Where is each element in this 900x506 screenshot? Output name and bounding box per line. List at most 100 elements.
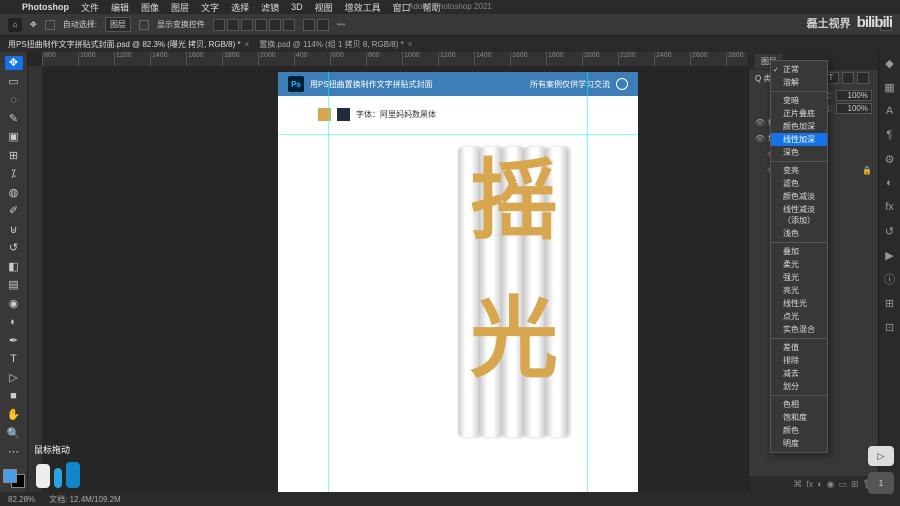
blend-screen[interactable]: 滤色 bbox=[771, 177, 827, 190]
brush-tool[interactable]: ✐ bbox=[5, 204, 23, 218]
shape-tool[interactable]: ■ bbox=[5, 389, 23, 403]
blend-lineardodge[interactable]: 线性减淡（添加） bbox=[771, 203, 827, 227]
document-canvas[interactable]: Ps 用PS扭曲置换制作文字拼贴式封面 所有案例仅供学习交流 字体：阿里妈妈数黑… bbox=[278, 72, 638, 492]
fill-value[interactable]: 100% bbox=[836, 103, 872, 114]
blend-multiply[interactable]: 正片叠底 bbox=[771, 107, 827, 120]
pen-tool[interactable]: ✒ bbox=[5, 334, 23, 348]
swatches-panel-icon[interactable]: ▦ bbox=[883, 80, 897, 94]
tab-doc-1[interactable]: 用PS扭曲制作文字拼贴式封面.psd @ 82.3% (曝光 拷贝, RGB/8… bbox=[8, 39, 249, 50]
actions-panel-icon[interactable]: ▶ bbox=[883, 248, 897, 262]
filter-smart-icon[interactable] bbox=[857, 72, 869, 84]
close-tab-icon[interactable]: × bbox=[408, 40, 413, 49]
menu-filter[interactable]: 滤镜 bbox=[261, 1, 279, 14]
menu-view[interactable]: 视图 bbox=[315, 1, 333, 14]
blend-overlay[interactable]: 叠加 bbox=[771, 245, 827, 258]
doc-info[interactable]: 文档: 12.4M/109.2M bbox=[49, 494, 121, 505]
blend-softlight[interactable]: 柔光 bbox=[771, 258, 827, 271]
paragraph-panel-icon[interactable]: ¶ bbox=[883, 128, 897, 142]
opacity-value[interactable]: 100% bbox=[836, 90, 872, 101]
libraries-panel-icon[interactable]: ⊡ bbox=[883, 320, 897, 334]
dodge-tool[interactable]: ◐ bbox=[5, 315, 23, 329]
lock-icon[interactable]: 🔒 bbox=[862, 166, 872, 175]
blend-saturation[interactable]: 饱和度 bbox=[771, 411, 827, 424]
menu-file[interactable]: 文件 bbox=[81, 1, 99, 14]
blur-tool[interactable]: ◉ bbox=[5, 297, 23, 311]
character-panel-icon[interactable]: A bbox=[883, 104, 897, 118]
artboard-tool[interactable]: ▭ bbox=[5, 75, 23, 89]
blend-luminosity[interactable]: 明度 bbox=[771, 437, 827, 450]
path-tool[interactable]: ▷ bbox=[5, 371, 23, 385]
blend-exclusion[interactable]: 排除 bbox=[771, 354, 827, 367]
more-options[interactable]: ••• bbox=[337, 20, 345, 29]
menu-type[interactable]: 文字 bbox=[201, 1, 219, 14]
link-layers-icon[interactable]: ⌘ bbox=[793, 479, 802, 490]
adjustments-panel-icon[interactable]: ◐ bbox=[883, 176, 897, 190]
blend-hue[interactable]: 色相 bbox=[771, 398, 827, 411]
menu-layer[interactable]: 图层 bbox=[171, 1, 189, 14]
blend-hardmix[interactable]: 实色混合 bbox=[771, 323, 827, 336]
tab-doc-2[interactable]: 置换.psd @ 114% (组 1 拷贝 8, RGB/8) * × bbox=[259, 39, 412, 50]
eyedropper-tool[interactable]: ⁒ bbox=[5, 167, 23, 181]
blend-lighten[interactable]: 变亮 bbox=[771, 164, 827, 177]
menu-photoshop[interactable]: Photoshop bbox=[22, 2, 69, 12]
distribute-v-icon[interactable] bbox=[317, 19, 329, 31]
blend-darken[interactable]: 变暗 bbox=[771, 94, 827, 107]
align-center-h-icon[interactable] bbox=[227, 19, 239, 31]
gradient-tool[interactable]: ▤ bbox=[5, 278, 23, 292]
menu-3d[interactable]: 3D bbox=[291, 2, 303, 12]
blend-colorburn[interactable]: 颜色加深 bbox=[771, 120, 827, 133]
blend-colordodge[interactable]: 颜色减淡 bbox=[771, 190, 827, 203]
menu-image[interactable]: 图像 bbox=[141, 1, 159, 14]
color-panel-icon[interactable]: ◆ bbox=[883, 56, 897, 70]
home-icon[interactable]: ⌂ bbox=[8, 18, 22, 32]
frame-tool[interactable]: ⊞ bbox=[5, 149, 23, 163]
blend-vividlight[interactable]: 亮光 bbox=[771, 284, 827, 297]
align-left-icon[interactable] bbox=[213, 19, 225, 31]
align-top-icon[interactable] bbox=[255, 19, 267, 31]
menu-edit[interactable]: 编辑 bbox=[111, 1, 129, 14]
blend-linearlight[interactable]: 线性光 bbox=[771, 297, 827, 310]
blend-linearburn[interactable]: 线性加深 bbox=[771, 133, 827, 146]
type-tool[interactable]: T bbox=[5, 352, 23, 366]
blend-color[interactable]: 颜色 bbox=[771, 424, 827, 437]
filter-shape-icon[interactable] bbox=[842, 72, 854, 84]
zoom-level[interactable]: 82.28% bbox=[8, 495, 35, 504]
crop-tool[interactable]: ▣ bbox=[5, 130, 23, 144]
page-indicator[interactable]: 1 bbox=[868, 472, 894, 494]
menu-select[interactable]: 选择 bbox=[231, 1, 249, 14]
blend-normal[interactable]: 正常 bbox=[771, 63, 827, 76]
layer-fx-icon[interactable]: fx bbox=[806, 479, 813, 489]
info-panel-icon[interactable]: ⓘ bbox=[883, 272, 897, 286]
blend-subtract[interactable]: 减去 bbox=[771, 367, 827, 380]
visibility-icon[interactable]: 👁 bbox=[755, 134, 763, 143]
blend-dissolve[interactable]: 溶解 bbox=[771, 76, 827, 89]
align-right-icon[interactable] bbox=[241, 19, 253, 31]
play-bubble-icon[interactable]: ▷ bbox=[868, 446, 894, 466]
move-tool[interactable]: ✥ bbox=[5, 56, 23, 70]
edit-toolbar[interactable]: ⋯ bbox=[5, 445, 23, 459]
group-icon[interactable]: ▭ bbox=[839, 479, 848, 490]
filter-type-icon[interactable]: T bbox=[827, 72, 839, 84]
history-panel-icon[interactable]: ↺ bbox=[883, 224, 897, 238]
align-bottom-icon[interactable] bbox=[283, 19, 295, 31]
blend-difference[interactable]: 差值 bbox=[771, 341, 827, 354]
blend-divide[interactable]: 划分 bbox=[771, 380, 827, 393]
autoselect-target[interactable]: 图层 bbox=[105, 17, 131, 32]
distribute-h-icon[interactable] bbox=[303, 19, 315, 31]
blend-mode-dropdown[interactable]: 正常 溶解 变暗 正片叠底 颜色加深 线性加深 深色 变亮 滤色 颜色减淡 线性… bbox=[770, 60, 828, 453]
menu-plugins[interactable]: 增效工具 bbox=[345, 1, 381, 14]
navigator-panel-icon[interactable]: ⊞ bbox=[883, 296, 897, 310]
close-tab-icon[interactable]: × bbox=[245, 40, 250, 49]
stamp-tool[interactable]: ⊎ bbox=[5, 223, 23, 237]
blend-pinlight[interactable]: 点光 bbox=[771, 310, 827, 323]
foreground-color[interactable] bbox=[3, 469, 17, 483]
adjustment-icon[interactable]: ◉ bbox=[827, 479, 835, 490]
visibility-icon[interactable]: 👁 bbox=[755, 118, 763, 127]
quick-select-tool[interactable]: ✎ bbox=[5, 112, 23, 126]
heal-tool[interactable]: ◍ bbox=[5, 186, 23, 200]
eraser-tool[interactable]: ◧ bbox=[5, 260, 23, 274]
show-transform-checkbox[interactable] bbox=[139, 20, 149, 30]
align-center-v-icon[interactable] bbox=[269, 19, 281, 31]
blend-lightercolor[interactable]: 浅色 bbox=[771, 227, 827, 240]
history-brush-tool[interactable]: ↺ bbox=[5, 241, 23, 255]
